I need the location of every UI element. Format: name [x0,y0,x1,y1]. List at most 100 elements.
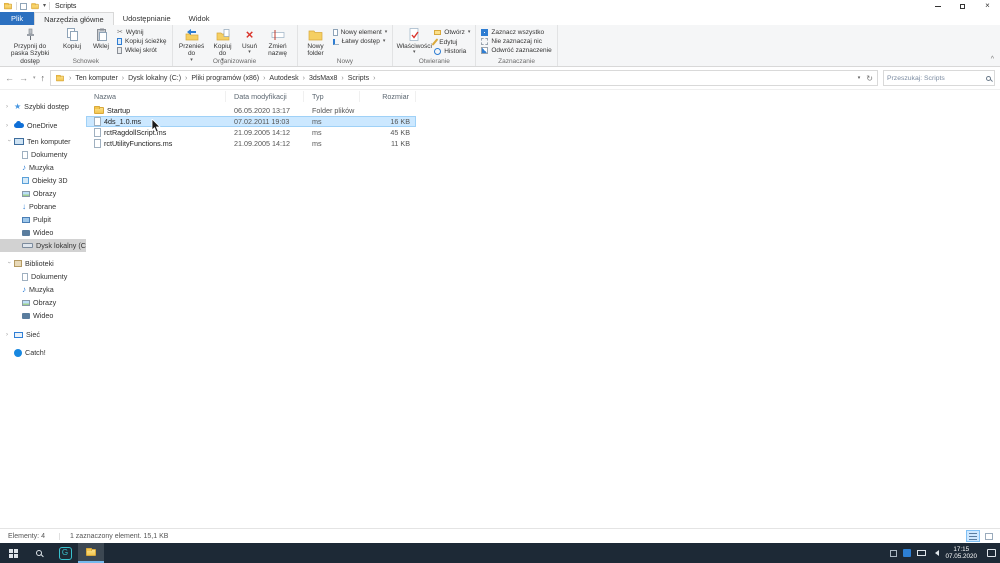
breadcrumb-item[interactable]: Scripts [348,75,369,82]
select-all-icon [481,29,488,36]
edit-button[interactable]: Edytuj [434,38,470,46]
cut-button[interactable]: ✂Wytnij [117,29,167,36]
collapse-ribbon-icon[interactable]: ^ [991,56,994,63]
sidebar-item-downloads[interactable]: ↓Pobrane [0,200,86,213]
search-box[interactable] [883,70,995,86]
maximize-icon [960,4,965,9]
sidebar-item-onedrive[interactable]: ›OneDrive [0,119,86,132]
invert-selection-button[interactable]: Odwróć zaznaczenie [481,47,551,54]
address-bar[interactable]: › Ten komputer › Dysk lokalny (C:) › Pli… [50,70,878,86]
breadcrumb-item[interactable]: Pliki programów (x86) [191,75,259,82]
sidebar-item-this-pc[interactable]: ›Ten komputer [0,135,86,148]
search-input[interactable] [887,75,986,82]
network-tray-icon[interactable] [917,550,926,556]
sidebar-item-desktop[interactable]: Pulpit [0,213,86,226]
forward-icon[interactable]: → [19,74,28,83]
sidebar-item-documents[interactable]: Dokumenty [0,148,86,161]
column-header-type[interactable]: Typ [304,91,360,102]
breadcrumb-item[interactable]: 3dsMax8 [309,75,337,82]
column-header-name[interactable]: Nazwa [86,91,226,102]
drive-icon [22,243,33,248]
file-row[interactable]: rctRagdollScript.ms 21.09.2005 14:12 ms … [86,127,416,138]
taskbar-clock[interactable]: 17:15 07.05.2020 [945,546,977,561]
volume-icon[interactable] [932,550,939,556]
sidebar-item-videos[interactable]: Wideo [0,226,86,239]
expander-icon[interactable]: › [6,123,11,129]
sidebar-item-libraries[interactable]: ›Biblioteki [0,257,86,270]
sidebar-item-lib-pictures[interactable]: Obrazy [0,296,86,309]
search-icon[interactable] [986,76,991,81]
easy-access-button[interactable]: Łatwy dostęp▾ [333,38,388,45]
ribbon-group-new: Nowy folder Nowy element▾ Łatwy dostęp▾ … [298,25,394,66]
recent-locations-caret-icon[interactable]: ▾ [33,76,36,81]
status-bar: Elementy: 4 1 zaznaczony element. 15,1 K… [0,528,1000,543]
tab-home[interactable]: Narzędzia główne [34,12,114,25]
breadcrumb-item[interactable]: Dysk lokalny (C:) [128,75,181,82]
sidebar-item-lib-music[interactable]: ♪Muzyka [0,283,86,296]
breadcrumb-item[interactable]: Autodesk [269,75,298,82]
start-button[interactable] [0,543,26,563]
sidebar-item-network[interactable]: ›Sieć [0,328,86,341]
expander-icon[interactable]: › [6,139,12,144]
up-icon[interactable]: ↑ [41,74,46,83]
sidebar-item-catch[interactable]: Catch! [0,346,86,359]
tab-file[interactable]: Plik [0,12,34,25]
properties-button[interactable]: Właściwości▾ [398,27,430,55]
expander-icon[interactable]: › [6,104,11,110]
thumbnails-view-button[interactable] [982,530,996,542]
scissors-icon: ✂ [117,29,123,36]
copy-path-button[interactable]: Kopiuj ścieżkę [117,38,167,45]
back-icon[interactable]: ← [5,74,14,83]
paste-button[interactable]: Wklej [89,27,113,50]
tab-share[interactable]: Udostępnianie [114,12,180,25]
column-header-date[interactable]: Data modyfikacji [226,91,304,102]
new-item-button[interactable]: Nowy element▾ [333,29,388,36]
group-label-clipboard: Schowek [0,58,172,65]
maximize-button[interactable] [950,0,975,12]
minimize-button[interactable] [925,0,950,12]
file-row[interactable]: rctUtilityFunctions.ms 21.09.2005 14:12 … [86,138,416,149]
music-note-icon: ♪ [22,164,26,172]
rename-button[interactable]: Zmień nazwę [264,27,292,58]
qat-customize-caret-icon[interactable]: ▾ [43,3,46,9]
close-button[interactable]: × [975,0,1000,12]
taskbar-search-button[interactable] [26,543,52,563]
refresh-icon[interactable]: ↻ [866,74,873,83]
taskbar-app-g-button[interactable]: G [52,543,78,563]
select-none-button[interactable]: Nie zaznaczaj nic [481,38,551,45]
sidebar-item-local-disk-c[interactable]: Dysk lokalny (C:) [0,239,86,252]
expander-icon[interactable]: › [6,332,11,338]
paste-shortcut-button[interactable]: Wklej skrót [117,47,167,54]
tab-view[interactable]: Widok [180,12,219,25]
action-center-icon[interactable] [987,549,996,557]
tray-blue-app-icon[interactable] [903,549,911,557]
open-button[interactable]: Otwórz▾ [434,29,470,36]
sidebar-item-pictures[interactable]: Obrazy [0,187,86,200]
sidebar-item-3d-objects[interactable]: Obiekty 3D [0,174,86,187]
breadcrumb-item[interactable]: Ten komputer [75,75,117,82]
new-folder-button[interactable]: Nowy folder [303,27,329,58]
expander-icon[interactable]: › [6,261,12,266]
onedrive-cloud-icon [14,123,24,128]
copy-button[interactable]: Kopiuj [59,27,85,50]
easy-access-caret-icon: ▾ [383,39,386,44]
documents-icon [22,273,28,281]
history-button[interactable]: Historia [434,48,470,55]
address-history-caret-icon[interactable]: ▾ [858,76,861,81]
sidebar-item-lib-videos[interactable]: Wideo [0,309,86,322]
file-row-startup[interactable]: Startup 06.05.2020 13:17 Folder plików [86,105,416,116]
g-app-icon: G [59,547,72,560]
sidebar-item-music[interactable]: ♪Muzyka [0,161,86,174]
select-all-button[interactable]: Zaznacz wszystko [481,29,551,36]
qat-properties-icon[interactable] [20,3,27,10]
taskbar-explorer-button[interactable] [78,543,104,563]
file-row-selected[interactable]: 4ds_1.0.ms 07.02.2011 19:03 ms 16 KB [86,116,416,127]
sidebar-item-quick-access[interactable]: ›★Szybki dostęp [0,100,86,113]
details-view-button[interactable] [966,530,980,542]
delete-button[interactable]: × Usuń▾ [240,27,260,55]
column-header-size[interactable]: Rozmiar [360,91,416,102]
sidebar-item-lib-documents[interactable]: Dokumenty [0,270,86,283]
window-title: Scripts [55,3,76,10]
qat-new-folder-icon[interactable] [31,3,39,8]
tray-hidden-icons[interactable] [890,550,897,557]
